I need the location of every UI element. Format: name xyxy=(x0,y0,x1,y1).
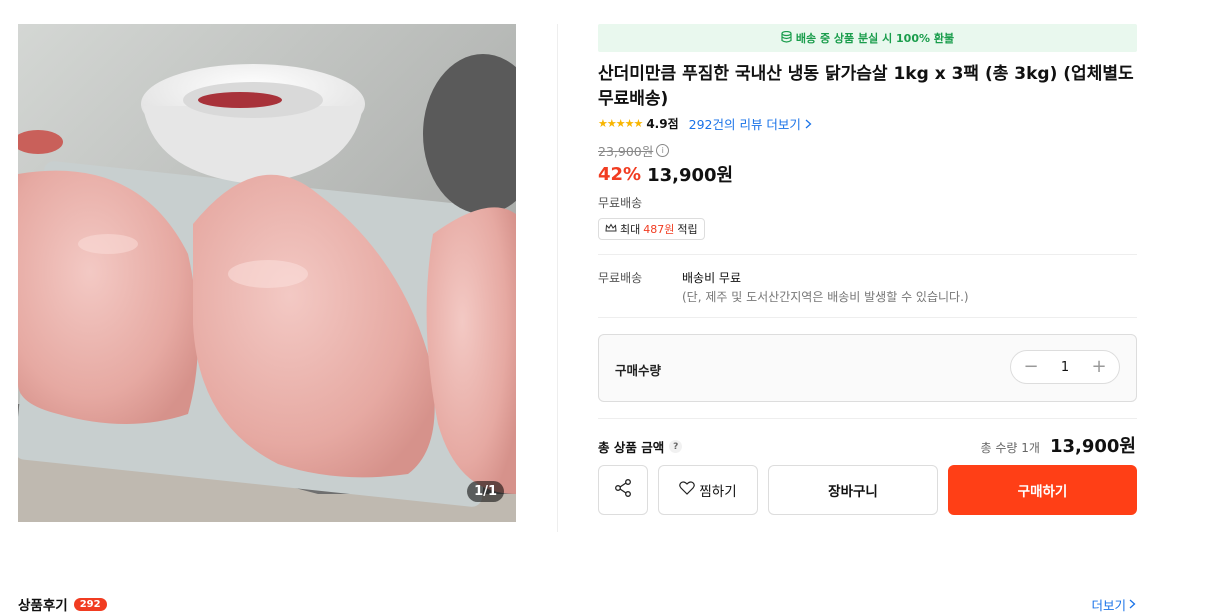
original-price-row: 23,900원 i xyxy=(598,141,670,160)
sale-price: 13,900원 xyxy=(647,165,734,186)
heart-icon xyxy=(679,481,696,499)
share-icon xyxy=(613,478,633,502)
original-price: 23,900원 xyxy=(598,144,654,159)
chevron-right-icon xyxy=(1129,597,1136,612)
quantity-label: 구매수량 xyxy=(615,363,662,378)
points-badge: 최대 487원 적립 xyxy=(598,218,705,240)
discount-rate: 42% xyxy=(598,163,642,185)
action-buttons: 찜하기 장바구니 구매하기 xyxy=(598,465,1137,515)
reviews-header: 상품후기 292 xyxy=(18,594,107,614)
rating-stars-icon: ★★★★★ xyxy=(598,116,643,130)
quantity-stepper: − 1 + xyxy=(1010,350,1120,384)
divider xyxy=(598,254,1137,255)
info-icon[interactable]: i xyxy=(656,144,670,157)
total-price: 13,900원 xyxy=(1049,436,1136,457)
price-row: 42% 13,900원 xyxy=(598,160,733,188)
reviews-count-badge: 292 xyxy=(73,597,107,611)
buy-button[interactable]: 구매하기 xyxy=(948,465,1137,515)
rating-score: 4.9점 xyxy=(646,116,679,131)
reviews-more-label: 더보기 xyxy=(1091,598,1126,613)
shipping-fee: 배송비 무료 xyxy=(682,271,742,285)
wishlist-label: 찜하기 xyxy=(699,484,737,500)
chevron-right-icon xyxy=(805,117,812,132)
review-more-link[interactable]: 292건의 리뷰 더보기 xyxy=(689,114,812,133)
total-label: 총 상품 금액 xyxy=(598,440,665,455)
review-more-label: 292건의 리뷰 더보기 xyxy=(688,116,801,132)
banner-text: 배송 중 상품 분실 시 100% 환불 xyxy=(795,32,955,45)
total-label-row: 총 상품 금액 ? xyxy=(598,437,683,456)
free-shipping-text: 무료배송 xyxy=(598,196,643,210)
shipping-label: 무료배송 xyxy=(598,271,643,285)
rating-row: ★★★★★ 4.9점 292건의 리뷰 더보기 xyxy=(598,114,812,132)
plus-button[interactable]: + xyxy=(1089,358,1109,376)
coin-stack-icon xyxy=(781,30,792,46)
shipping-note: (단, 제주 및 도서산간지역은 배송비 발생할 수 있습니다.) xyxy=(682,290,969,304)
total-quantity: 총 수량 1개 xyxy=(980,441,1040,455)
divider xyxy=(598,317,1137,318)
vertical-divider xyxy=(557,24,558,532)
chicken-breast-photo xyxy=(18,24,516,522)
help-icon[interactable]: ? xyxy=(669,440,683,453)
refund-guarantee-banner: 배송 중 상품 분실 시 100% 환불 xyxy=(598,24,1137,52)
points-suffix: 적립 xyxy=(677,223,698,236)
wishlist-button[interactable]: 찜하기 xyxy=(658,465,758,515)
image-counter: 1/1 xyxy=(467,481,504,502)
share-button[interactable] xyxy=(598,465,648,515)
points-prefix: 최대 xyxy=(620,223,641,236)
quantity-box: 구매수량 − 1 + xyxy=(598,334,1137,402)
minus-button[interactable]: − xyxy=(1021,358,1041,376)
points-amount: 487원 xyxy=(643,223,675,236)
reviews-more-link[interactable]: 더보기 xyxy=(1091,595,1136,614)
product-image[interactable]: 1/1 xyxy=(18,24,516,522)
quantity-value[interactable]: 1 xyxy=(1061,360,1069,375)
crown-icon xyxy=(605,222,617,236)
divider xyxy=(598,418,1137,419)
cart-button[interactable]: 장바구니 xyxy=(768,465,938,515)
reviews-title: 상품후기 xyxy=(18,598,68,614)
product-title: 산더미만큼 푸짐한 국내산 냉동 닭가슴살 1kg x 3팩 (총 3kg) (… xyxy=(598,64,1134,109)
total-summary: 총 수량 1개 13,900원 xyxy=(981,432,1136,458)
